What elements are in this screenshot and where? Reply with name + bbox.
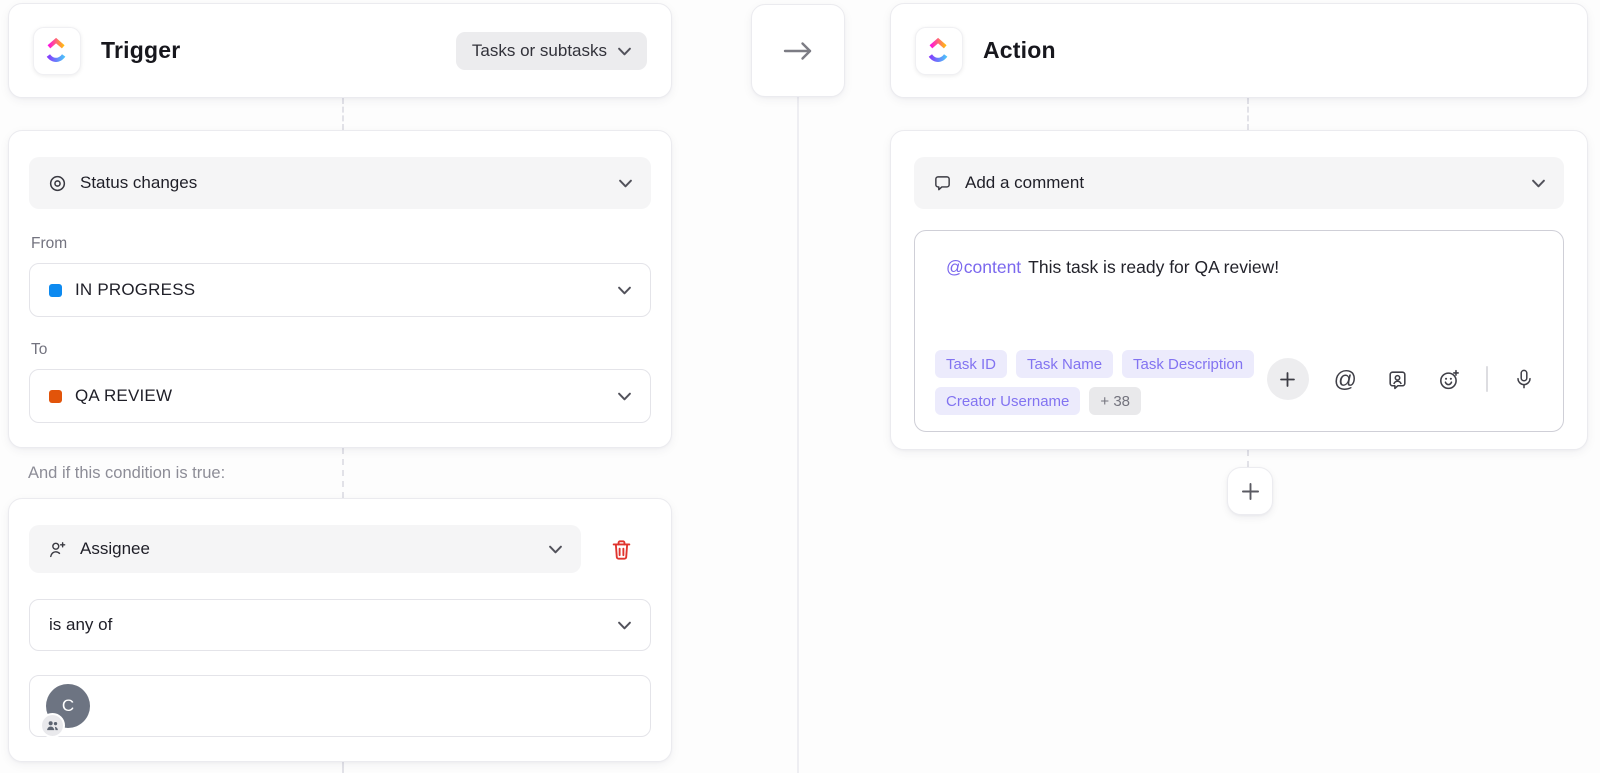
- clickup-logo: [33, 27, 81, 75]
- trigger-config-card: Status changes From IN PROGRESS To QA RE…: [8, 130, 672, 448]
- microphone-icon: [1513, 368, 1535, 390]
- condition-operator-dropdown[interactable]: is any of: [29, 599, 651, 651]
- chevron-down-icon: [619, 173, 632, 193]
- trigger-scope-dropdown[interactable]: Tasks or subtasks: [456, 32, 647, 70]
- status-color-swatch: [49, 284, 62, 297]
- chevron-down-icon: [618, 41, 631, 61]
- assignee-person-plus-icon: [48, 540, 67, 559]
- comment-bubble-icon: [933, 174, 952, 193]
- delete-condition-button[interactable]: [606, 534, 637, 565]
- more-tokens-badge[interactable]: + 38: [1089, 387, 1141, 415]
- voice-clip-button[interactable]: [1509, 364, 1539, 394]
- flow-connector-line: [797, 97, 799, 773]
- add-step-connector-line: [1247, 450, 1249, 467]
- condition-card: Assignee is any of: [8, 498, 672, 762]
- chevron-down-icon: [1532, 173, 1545, 193]
- condition-value-field[interactable]: C: [29, 675, 651, 737]
- trigger-header-card: Trigger Tasks or subtasks: [8, 3, 672, 98]
- chevron-down-icon: [618, 280, 631, 300]
- mention-button[interactable]: @: [1330, 364, 1361, 395]
- clip-comment-button[interactable]: [1382, 364, 1413, 395]
- status-target-icon: [48, 174, 67, 193]
- trigger-event-dropdown[interactable]: Status changes: [29, 157, 651, 209]
- plus-icon: [1240, 481, 1261, 502]
- to-label: To: [31, 341, 651, 359]
- add-emoji-icon: [1438, 368, 1461, 391]
- from-status-dropdown[interactable]: IN PROGRESS: [29, 263, 651, 317]
- token-creator-username[interactable]: Creator Username: [935, 387, 1080, 415]
- add-step-button[interactable]: [1227, 467, 1273, 515]
- clickup-logo: [915, 27, 963, 75]
- arrow-right-icon: [781, 39, 815, 63]
- comment-content[interactable]: @content This task is ready for QA review…: [946, 257, 1279, 278]
- condition-operator-label: is any of: [49, 615, 112, 635]
- token-task-description[interactable]: Task Description: [1122, 350, 1254, 378]
- mention-at-icon: @: [1334, 368, 1357, 391]
- people-group-icon: [40, 713, 65, 738]
- dynamic-token-list: Task ID Task Name Task Description Creat…: [935, 350, 1307, 415]
- assignee-avatar[interactable]: C: [46, 684, 90, 728]
- chevron-down-icon: [618, 615, 631, 635]
- trigger-scope-label: Tasks or subtasks: [472, 41, 607, 61]
- action-title: Action: [983, 37, 1056, 64]
- action-connector-line: [1247, 98, 1249, 130]
- action-type-dropdown[interactable]: Add a comment: [914, 157, 1564, 209]
- automation-canvas: Trigger Tasks or subtasks Status changes…: [0, 0, 1600, 773]
- comment-toolbar: @: [1267, 358, 1539, 400]
- to-status-value: QA REVIEW: [75, 386, 172, 406]
- add-emoji-button[interactable]: [1434, 364, 1465, 395]
- token-task-id[interactable]: Task ID: [935, 350, 1007, 378]
- from-label: From: [31, 235, 651, 253]
- status-color-swatch: [49, 390, 62, 403]
- comment-editor[interactable]: @content This task is ready for QA review…: [914, 230, 1564, 432]
- chevron-down-icon: [618, 386, 631, 406]
- mention-chip[interactable]: @content: [946, 257, 1021, 277]
- add-attachment-button[interactable]: [1267, 358, 1309, 400]
- condition-connector-line: [342, 448, 344, 498]
- condition-connector-line-bottom: [342, 762, 344, 773]
- action-type-label: Add a comment: [965, 173, 1084, 193]
- plus-icon: [1278, 370, 1297, 389]
- trigger-action-connector-card: [751, 4, 845, 97]
- trigger-connector-line: [342, 98, 344, 130]
- assignee-avatar-initial: C: [62, 696, 74, 716]
- trigger-event-label: Status changes: [80, 173, 197, 193]
- comment-text: This task is ready for QA review!: [1028, 257, 1279, 277]
- condition-intro-text: And if this condition is true:: [28, 464, 225, 483]
- clip-person-bubble-icon: [1386, 368, 1409, 391]
- trash-icon: [610, 538, 633, 561]
- condition-field-dropdown[interactable]: Assignee: [29, 525, 581, 573]
- to-status-dropdown[interactable]: QA REVIEW: [29, 369, 651, 423]
- toolbar-divider: [1486, 366, 1488, 392]
- token-task-name[interactable]: Task Name: [1016, 350, 1113, 378]
- action-header-card: Action: [890, 3, 1588, 98]
- from-status-value: IN PROGRESS: [75, 280, 195, 300]
- action-config-card: Add a comment @content This task is ready…: [890, 130, 1588, 450]
- trigger-title: Trigger: [101, 37, 180, 64]
- chevron-down-icon: [549, 539, 562, 559]
- condition-field-label: Assignee: [80, 539, 150, 559]
